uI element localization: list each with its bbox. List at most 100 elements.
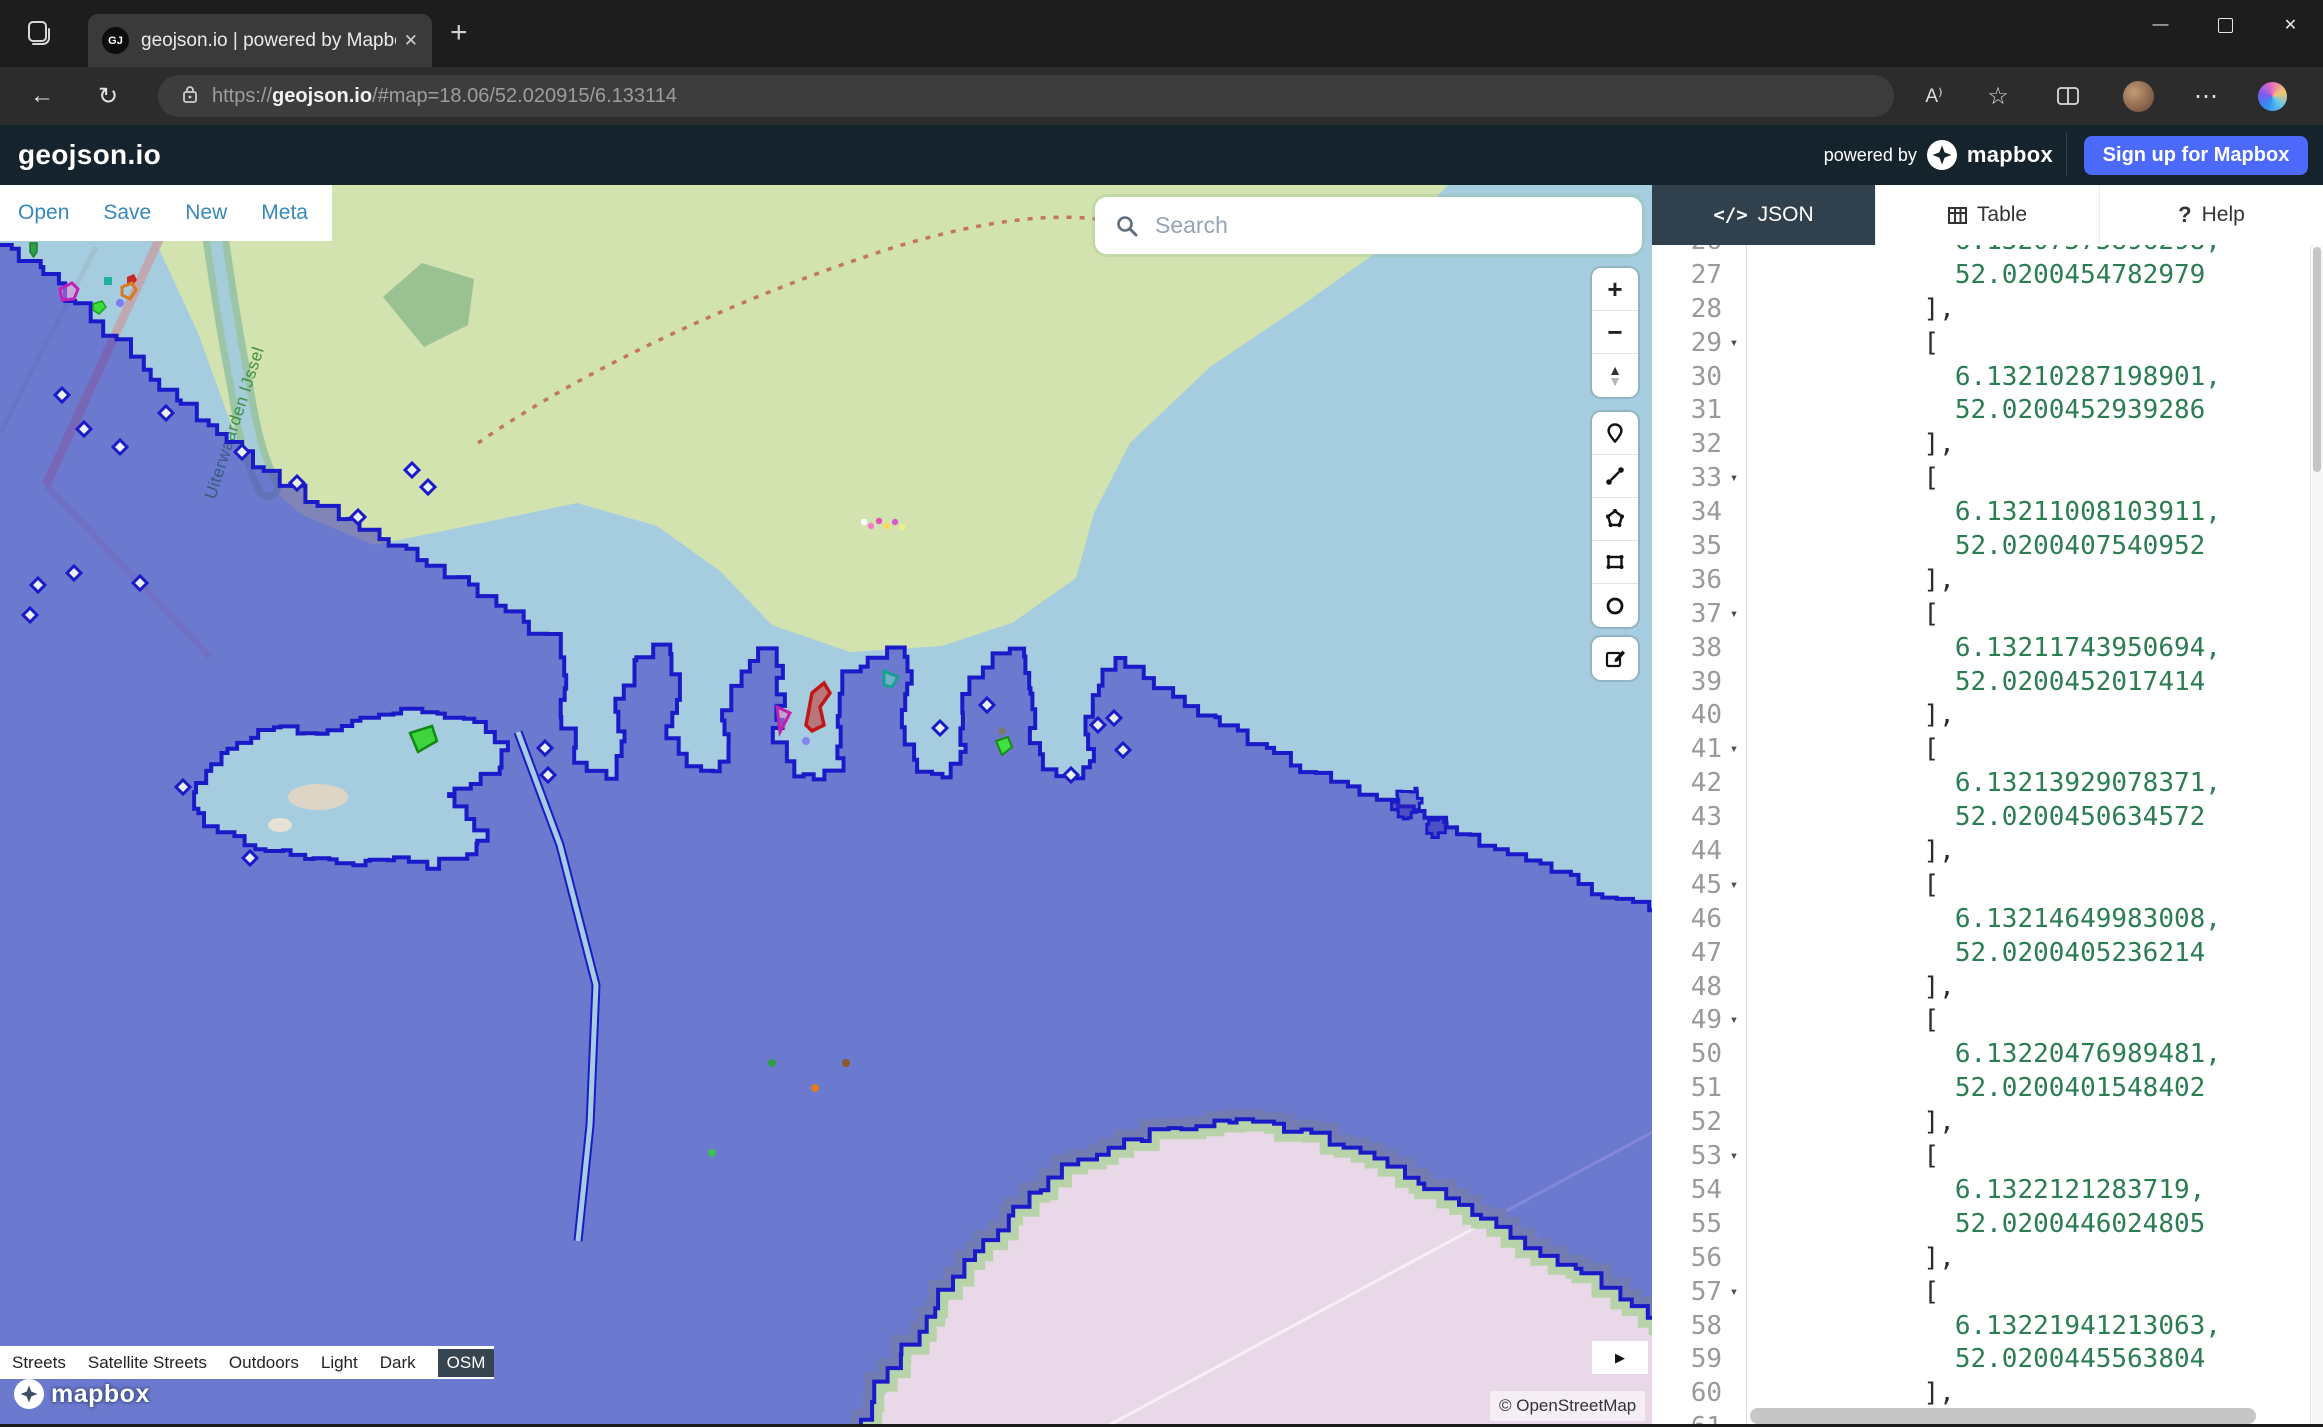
code-text[interactable]: 6.13207575896298,	[1747, 245, 2221, 259]
mapbox-map-logo[interactable]: mapbox	[14, 1379, 150, 1409]
code-text[interactable]: 6.1322121283719,	[1747, 1174, 2205, 1208]
code-text[interactable]: 52.0200407540952	[1747, 530, 2205, 564]
minimize-button[interactable]: —	[2128, 0, 2193, 50]
close-button[interactable]: ✕	[2258, 0, 2323, 50]
code-text[interactable]: ],	[1747, 564, 1955, 598]
panel-collapse-button[interactable]: ▶	[1592, 1341, 1648, 1374]
compass-button[interactable]: ▲▼	[1592, 354, 1638, 397]
browser-tab[interactable]: GJ geojson.io | powered by Mapbox ✕	[88, 14, 432, 67]
code-text[interactable]: 6.13211008103911,	[1747, 496, 2221, 530]
code-text[interactable]: 6.13210287198901,	[1747, 361, 2221, 395]
code-text[interactable]: 6.13211743950694,	[1747, 632, 2221, 666]
code-text[interactable]: [	[1747, 1004, 1939, 1038]
code-text[interactable]: 6.13221941213063,	[1747, 1310, 2221, 1344]
fold-arrow-icon[interactable]: ▾	[1722, 1276, 1746, 1310]
fold-arrow-icon[interactable]: ▾	[1722, 733, 1746, 767]
tab-close-icon[interactable]: ✕	[404, 31, 418, 51]
search-input[interactable]: Search	[1095, 197, 1642, 254]
tiny-marker-dot[interactable]	[861, 519, 867, 525]
code-text[interactable]: ],	[1747, 1106, 1955, 1140]
fold-arrow-icon[interactable]: ▾	[1722, 327, 1746, 361]
code-text[interactable]: [	[1747, 869, 1939, 903]
style-option-streets[interactable]: Streets	[12, 1353, 66, 1373]
workspaces-icon[interactable]	[16, 11, 60, 55]
style-option-osm[interactable]: OSM	[438, 1349, 495, 1377]
code-text[interactable]: ],	[1747, 428, 1955, 462]
code-text[interactable]: ],	[1747, 699, 1955, 733]
style-option-satellite-streets[interactable]: Satellite Streets	[88, 1353, 207, 1373]
code-text[interactable]: [	[1747, 1276, 1939, 1310]
code-text[interactable]: ],	[1747, 971, 1955, 1005]
fold-arrow-icon[interactable]: ▾	[1722, 598, 1746, 632]
code-text[interactable]: 52.0200454782979	[1747, 259, 2205, 293]
maximize-button[interactable]	[2193, 0, 2258, 50]
code-text[interactable]: 52.0200452017414	[1747, 666, 2205, 700]
code-text[interactable]: 52.0200401548402	[1747, 1072, 2205, 1106]
settings-ellipsis-icon[interactable]: ⋯	[2180, 67, 2232, 125]
signup-mapbox-button[interactable]: Sign up for Mapbox	[2084, 136, 2308, 175]
favorite-star-icon[interactable]: ☆	[1972, 67, 2024, 125]
copilot-icon[interactable]	[2246, 67, 2298, 125]
code-text[interactable]: ],	[1747, 1242, 1955, 1276]
menu-meta[interactable]: Meta	[261, 201, 308, 225]
vertical-scrollbar-track[interactable]	[2310, 245, 2323, 1427]
draw-polygon-button[interactable]	[1592, 498, 1638, 541]
code-text[interactable]: [	[1747, 462, 1939, 496]
fold-arrow-icon[interactable]: ▾	[1722, 1004, 1746, 1038]
profile-avatar[interactable]	[2112, 67, 2164, 125]
address-bar[interactable]: https://geojson.io/#map=18.06/52.020915/…	[158, 75, 1894, 117]
code-text[interactable]: 52.0200405236214	[1747, 937, 2205, 971]
code-text[interactable]: [	[1747, 1140, 1939, 1174]
tiny-marker-dot[interactable]	[876, 518, 882, 524]
zoom-in-button[interactable]: +	[1592, 268, 1638, 311]
code-text[interactable]: ],	[1747, 1377, 1955, 1411]
powered-by-mapbox[interactable]: powered by mapbox	[1824, 125, 2053, 185]
code-text[interactable]: ],	[1747, 835, 1955, 869]
code-text[interactable]: [	[1747, 598, 1939, 632]
map-area[interactable]: Uiterwaarden IJssel Open Save New Meta S…	[0, 185, 1652, 1427]
style-option-dark[interactable]: Dark	[380, 1353, 416, 1373]
split-screen-icon[interactable]	[2042, 67, 2094, 125]
edit-features-button[interactable]	[1592, 637, 1638, 680]
zoom-out-button[interactable]: −	[1592, 311, 1638, 354]
tiny-marker-dot[interactable]	[868, 523, 874, 529]
tab-help[interactable]: ? Help	[2099, 185, 2323, 245]
draw-line-button[interactable]	[1592, 455, 1638, 498]
style-option-outdoors[interactable]: Outdoors	[229, 1353, 299, 1373]
fold-arrow-icon[interactable]: ▾	[1722, 1140, 1746, 1174]
code-text[interactable]: 52.0200450634572	[1747, 801, 2205, 835]
code-text[interactable]: 6.13213929078371,	[1747, 767, 2221, 801]
tab-table[interactable]: Table	[1875, 185, 2099, 245]
menu-save[interactable]: Save	[103, 201, 151, 225]
menu-new[interactable]: New	[185, 201, 227, 225]
horizontal-scrollbar[interactable]	[1750, 1408, 2256, 1424]
code-text[interactable]: [	[1747, 733, 1939, 767]
violet-dot[interactable]	[116, 299, 124, 307]
read-aloud-icon[interactable]: A⁾	[1908, 67, 1960, 125]
teal-feature[interactable]	[104, 277, 112, 285]
code-text[interactable]: 52.0200445563804	[1747, 1343, 2205, 1377]
violet-dot[interactable]	[802, 737, 810, 745]
code-text[interactable]: 6.13214649983008,	[1747, 903, 2221, 937]
back-button[interactable]: ←	[20, 67, 64, 125]
draw-rectangle-button[interactable]	[1592, 541, 1638, 584]
code-text[interactable]: 6.13220476989481,	[1747, 1038, 2221, 1072]
tiny-marker-dot[interactable]	[892, 519, 898, 525]
osm-attribution[interactable]: © OpenStreetMap	[1490, 1391, 1645, 1421]
new-tab-button[interactable]: +	[450, 18, 468, 48]
draw-circle-button[interactable]	[1592, 584, 1638, 627]
menu-open[interactable]: Open	[18, 201, 69, 225]
code-text[interactable]: 52.0200452939286	[1747, 394, 2205, 428]
tiny-marker-dot[interactable]	[884, 523, 890, 529]
tiny-marker-dot[interactable]	[899, 524, 905, 530]
tab-json[interactable]: </> JSON	[1652, 185, 1875, 245]
code-text[interactable]: [	[1747, 327, 1939, 361]
vertical-scrollbar-thumb[interactable]	[2313, 247, 2321, 472]
json-editor[interactable]: 26 6.13207575896298,27 52.02004547829792…	[1652, 245, 2323, 1427]
code-text[interactable]: 52.0200446024805	[1747, 1208, 2205, 1242]
fold-arrow-icon[interactable]: ▾	[1722, 462, 1746, 496]
refresh-button[interactable]: ↻	[86, 67, 130, 125]
code-text[interactable]: ],	[1747, 293, 1955, 327]
fold-arrow-icon[interactable]: ▾	[1722, 869, 1746, 903]
draw-marker-button[interactable]	[1592, 412, 1638, 455]
